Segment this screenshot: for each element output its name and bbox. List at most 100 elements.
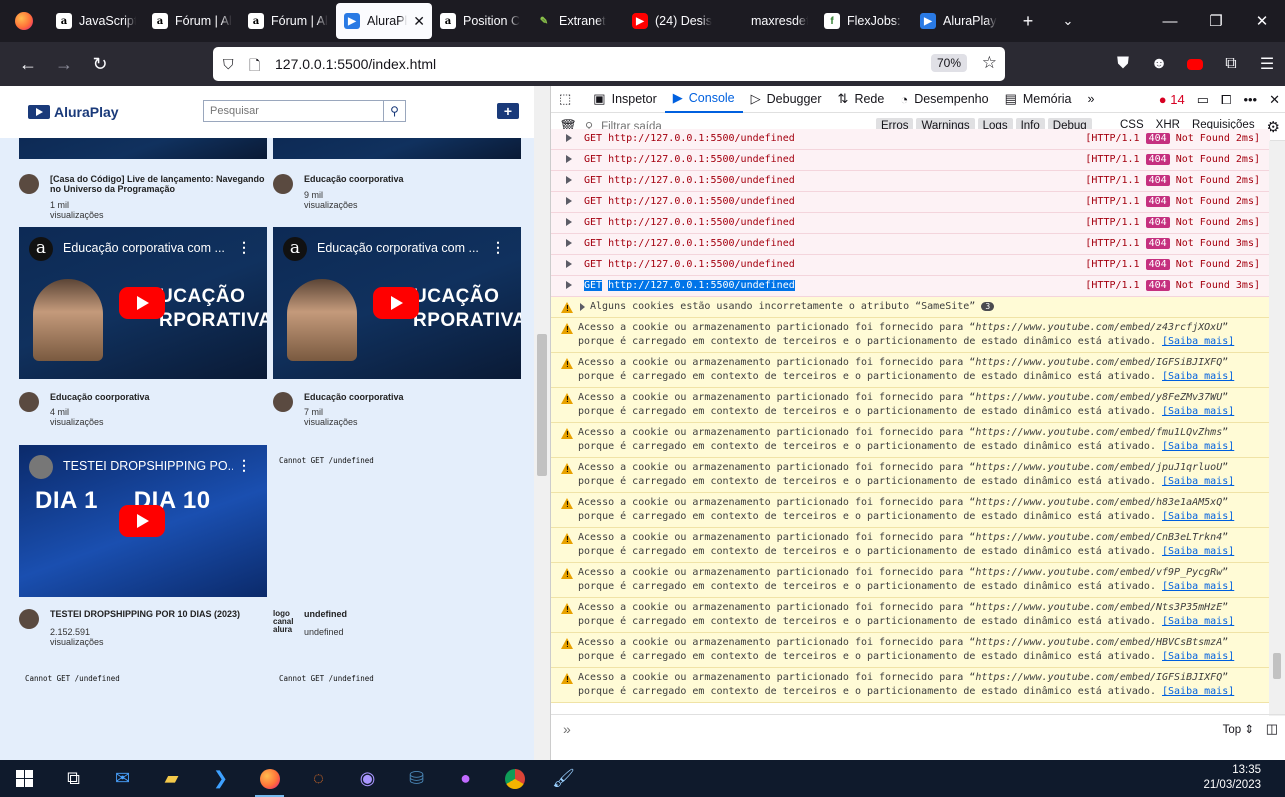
video-title[interactable]: Educação coorporativa	[50, 392, 270, 402]
channel-avatar[interactable]	[273, 392, 293, 412]
task-view-icon[interactable]: ⧉	[49, 760, 98, 797]
video-thumbnail[interactable]: a Educação corporativa com ... ⋮ UCAÇÃO …	[273, 227, 521, 379]
close-devtools-icon[interactable]: ✕	[1269, 92, 1280, 108]
youtube-play-icon[interactable]	[373, 287, 419, 319]
aluraplay-logo[interactable]: AluraPlay	[28, 104, 119, 120]
video-title[interactable]: Educação coorporativa	[304, 392, 524, 402]
dock-icon[interactable]: ⧠	[1221, 92, 1231, 108]
windows-start-icon[interactable]	[0, 760, 49, 797]
learn-more-link[interactable]: [Saiba mais]	[1162, 406, 1234, 417]
learn-more-link[interactable]: [Saiba mais]	[1162, 686, 1234, 697]
expand-arrow-icon[interactable]	[566, 134, 572, 142]
request-url-link[interactable]: http://127.0.0.1:5500/undefined	[608, 154, 795, 165]
samesite-warning-group[interactable]: Alguns cookies estão usando incorretamen…	[551, 297, 1270, 318]
browser-tab[interactable]: a Position C	[432, 0, 528, 42]
youtube-play-icon[interactable]	[119, 505, 165, 537]
tab-desempenho[interactable]: ◔ Desempenho	[892, 86, 996, 113]
console-network-row[interactable]: GET http://127.0.0.1:5500/undefined [HTTP…	[551, 129, 1270, 150]
channel-avatar[interactable]	[19, 174, 39, 194]
expand-arrow-icon[interactable]	[566, 197, 572, 205]
video-thumbnail[interactable]: a Educação corporativa com ... ⋮ UCAÇÃO …	[19, 227, 267, 379]
search-input[interactable]	[204, 101, 383, 121]
channel-avatar[interactable]	[273, 174, 293, 194]
hamburger-menu-icon[interactable]: ☰	[1249, 48, 1285, 80]
close-tab-icon[interactable]: ✕	[413, 13, 425, 30]
youtube-extension-icon[interactable]	[1177, 48, 1213, 80]
browser-tab[interactable]: a Fórum | Al	[144, 0, 240, 42]
system-clock[interactable]: 13:35 21/03/2023	[1203, 763, 1261, 793]
search-icon[interactable]: ⚲	[383, 101, 405, 121]
learn-more-link[interactable]: [Saiba mais]	[1162, 546, 1234, 557]
tab-memoria[interactable]: ▤ Memória	[997, 86, 1080, 113]
page-scrollbar[interactable]	[534, 86, 550, 760]
request-url-link[interactable]: http://127.0.0.1:5500/undefined	[608, 196, 795, 207]
more-options-icon[interactable]: •••	[1243, 92, 1257, 107]
extensions-icon[interactable]: ⧉	[1213, 48, 1249, 80]
element-picker-icon[interactable]: ⬚	[551, 86, 585, 113]
expand-arrow-icon[interactable]	[580, 303, 585, 311]
minimize-icon[interactable]: —	[1147, 0, 1193, 42]
browser-tab[interactable]: ✎ Extranet	[528, 0, 624, 42]
video-title[interactable]: undefined	[304, 609, 524, 619]
video-thumbnail[interactable]: TESTEI DROPSHIPPING PO... ⋮ DIA 1 DIA 10	[19, 445, 267, 597]
learn-more-link[interactable]: [Saiba mais]	[1162, 441, 1234, 452]
forward-arrow-icon[interactable]: →	[46, 48, 82, 80]
video-thumbnail[interactable]	[19, 138, 267, 159]
tab-list-chevron-down-icon[interactable]: ⌄	[1048, 0, 1088, 42]
paint-icon[interactable]: 🖌	[539, 760, 588, 797]
browser-tab[interactable]: ▶ (24) Desist	[624, 0, 720, 42]
reload-icon[interactable]: ↻	[82, 48, 118, 80]
account-icon[interactable]: ☻	[1141, 48, 1177, 80]
expand-arrow-icon[interactable]	[566, 260, 572, 268]
page-info-icon[interactable]: 🗋	[249, 55, 260, 79]
learn-more-link[interactable]: [Saiba mais]	[1162, 651, 1234, 662]
request-url-link[interactable]: http://127.0.0.1:5500/undefined	[608, 175, 795, 186]
page-scrollbar-thumb[interactable]	[537, 334, 547, 476]
request-url-link[interactable]: http://127.0.0.1:5500/undefined	[608, 133, 795, 144]
chrome-icon[interactable]	[490, 760, 539, 797]
console-scrollbar[interactable]	[1269, 141, 1285, 716]
learn-more-link[interactable]: [Saiba mais]	[1162, 581, 1234, 592]
channel-avatar[interactable]	[19, 392, 39, 412]
expand-arrow-icon[interactable]	[566, 176, 572, 184]
request-url-link[interactable]: http://127.0.0.1:5500/undefined	[608, 238, 795, 249]
expand-arrow-icon[interactable]	[566, 239, 572, 247]
sidebar-toggle-icon[interactable]: ◫	[1266, 721, 1278, 737]
tab-inspetor[interactable]: ▣ Inspetor	[585, 86, 664, 113]
more-options-icon[interactable]: ⋮	[237, 457, 251, 474]
browser-tab[interactable]: a JavaScript	[48, 0, 144, 42]
expand-arrow-icon[interactable]	[566, 155, 572, 163]
file-explorer-icon[interactable]: ▰	[147, 760, 196, 797]
console-network-row[interactable]: GET http://127.0.0.1:5500/undefined [HTTP…	[551, 171, 1270, 192]
learn-more-link[interactable]: [Saiba mais]	[1162, 476, 1234, 487]
video-thumbnail[interactable]	[273, 138, 521, 159]
learn-more-link[interactable]: [Saiba mais]	[1162, 336, 1234, 347]
request-url-link[interactable]: http://127.0.0.1:5500/undefined	[608, 280, 795, 291]
learn-more-link[interactable]: [Saiba mais]	[1162, 371, 1234, 382]
browser-tab[interactable]: maxresdefault	[720, 0, 816, 42]
jupyter-icon[interactable]: ◌	[294, 760, 343, 797]
console-network-row[interactable]: GET http://127.0.0.1:5500/undefined [HTTP…	[551, 192, 1270, 213]
firefox-taskbar-icon[interactable]	[245, 760, 294, 797]
more-options-icon[interactable]: ⋮	[237, 239, 251, 256]
request-url-link[interactable]: http://127.0.0.1:5500/undefined	[608, 217, 795, 228]
console-network-row[interactable]: GET http://127.0.0.1:5500/undefined [HTTP…	[551, 255, 1270, 276]
channel-avatar[interactable]	[19, 609, 39, 629]
tab-rede[interactable]: ⇅ Rede	[830, 86, 893, 113]
more-options-icon[interactable]: ⋮	[491, 239, 505, 256]
zoom-level-badge[interactable]: 70%	[930, 54, 967, 72]
mail-icon[interactable]: ✉	[98, 760, 147, 797]
youtube-play-icon[interactable]	[119, 287, 165, 319]
console-network-row[interactable]: GET http://127.0.0.1:5500/undefined [HTTP…	[551, 150, 1270, 171]
learn-more-link[interactable]: [Saiba mais]	[1162, 616, 1234, 627]
responsive-design-icon[interactable]: ▭	[1197, 92, 1209, 108]
github-desktop-icon[interactable]: ●	[441, 760, 490, 797]
learn-more-link[interactable]: [Saiba mais]	[1162, 511, 1234, 522]
vscode-icon[interactable]: ❯	[196, 760, 245, 797]
back-arrow-icon[interactable]: ←	[10, 48, 46, 80]
expand-arrow-icon[interactable]	[566, 281, 572, 289]
browser-tab[interactable]: a Fórum | Al	[240, 0, 336, 42]
mysql-workbench-icon[interactable]: ⛁	[392, 760, 441, 797]
console-input[interactable]: » Top ⇕ ◫	[551, 714, 1285, 742]
eclipse-icon[interactable]: ◉	[343, 760, 392, 797]
